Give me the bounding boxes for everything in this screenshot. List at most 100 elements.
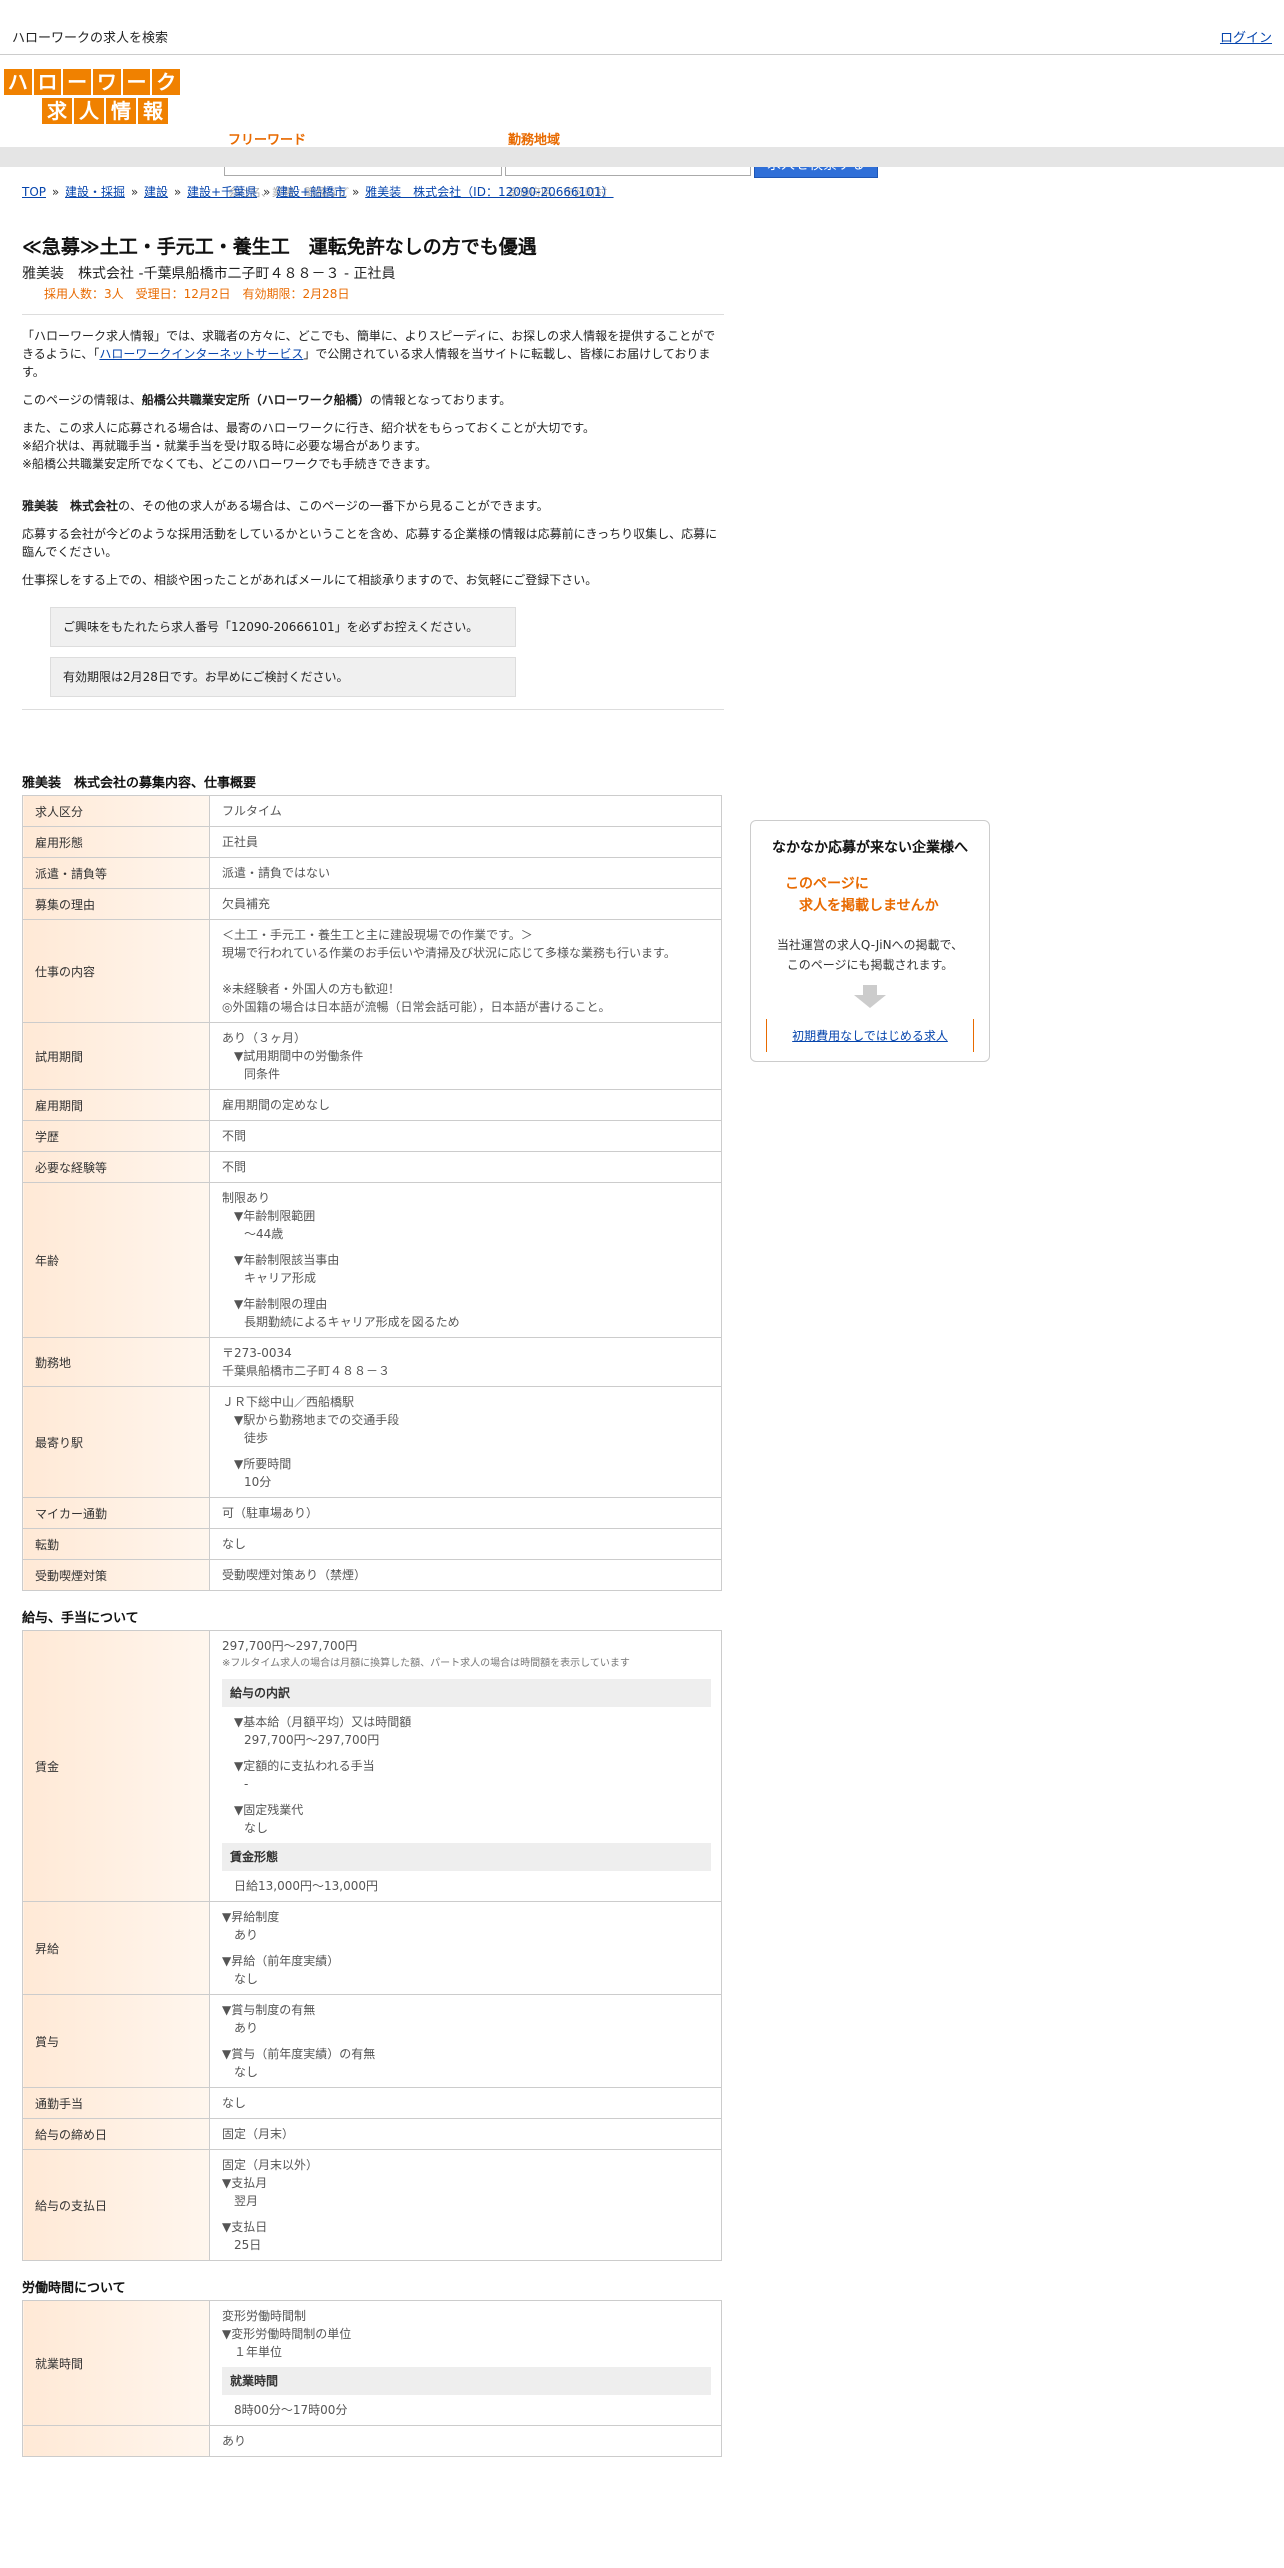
value-line: なし xyxy=(234,2065,259,2079)
logo-char: ク xyxy=(152,69,181,95)
value-line: ▼年齢制限該当事由 xyxy=(234,1253,340,1267)
value-line: 297,700円〜297,700円 xyxy=(244,1733,380,1747)
row-header: 受動喫煙対策 xyxy=(22,1559,210,1591)
value-line: 変形労働時間制 xyxy=(222,2309,307,2323)
row-header: 求人区分 xyxy=(22,795,210,827)
value-line: ▼昇給（前年度実績） xyxy=(222,1954,340,1968)
row-header: 雇用期間 xyxy=(22,1089,210,1121)
table-row: 試用期間 あり（３ヶ月） ▼試用期間中の労働条件 同条件 xyxy=(22,1022,722,1090)
row-value: 雇用期間の定めなし xyxy=(209,1089,722,1121)
breadcrumb: TOP » 建設・採掘 » 建設 » 建設+千葉県 » 建設+船橋市 » 雅美装… xyxy=(20,183,616,200)
section-title-hours: 労働時間について xyxy=(22,2281,126,2296)
hellowork-logo[interactable]: ハ ロ ー ワ ー ク 求 人 情 報 xyxy=(4,69,181,127)
value-line: ＪＲ下総中山／西船橋駅 xyxy=(222,1395,355,1409)
divider-bar xyxy=(0,147,1284,167)
header: ハ ロ ー ワ ー ク 求 人 情 報 フリーワード 会社名、業種、職種など 勤… xyxy=(0,55,1284,199)
row-header: マイカー通勤 xyxy=(22,1497,210,1529)
value-line: キャリア形成 xyxy=(244,1271,317,1285)
row-header: 雇用形態 xyxy=(22,826,210,858)
value-line: ▼定額的に支払われる手当 xyxy=(234,1759,375,1773)
table-row: 最寄り駅 ＪＲ下総中山／西船橋駅 ▼駅から勤務地までの交通手段 徒歩 ▼所要時間… xyxy=(22,1386,722,1498)
row-header xyxy=(22,2425,210,2457)
value-line: 制限あり xyxy=(222,1191,271,1205)
table-row: マイカー通勤 可（駐車場あり） xyxy=(22,1497,722,1529)
row-value: 派遣・請負ではない xyxy=(209,857,722,889)
table-row: 給与の締め日 固定（月末） xyxy=(22,2118,722,2150)
breadcrumb-top[interactable]: TOP xyxy=(22,185,46,199)
breadcrumb-sep: » xyxy=(51,185,60,199)
value-line: あり xyxy=(234,2021,259,2035)
value-line: 現場で行われている作業のお手伝いや清掃及び状況に応じて多様な業務も行います。 xyxy=(222,946,676,960)
intro-text: ※紹介状は、再就職手当・就業手当を受け取る時に必要な場合があります。 xyxy=(22,439,427,453)
job-title: ≪急募≫土工・手元工・養生工 運転免許なしの方でも優遇 xyxy=(22,236,537,258)
row-value: 受動喫煙対策あり（禁煙） xyxy=(209,1559,722,1591)
breadcrumb-company[interactable]: 雅美装 株式会社（ID：12090-20666101） xyxy=(365,185,613,199)
deadline-note: 有効期限は2月28日です。お早めにご検討ください。 xyxy=(50,657,516,697)
value-line: 同条件 xyxy=(244,1067,281,1081)
intro-text: また、この求人に応募される場合は、最寄のハローワークに行き、紹介状をもらっておく… xyxy=(22,421,596,435)
table-row: 募集の理由 欠員補充 xyxy=(22,888,722,920)
value-line: 297,700円〜297,700円 xyxy=(222,1639,358,1653)
table-row: 雇用形態 正社員 xyxy=(22,826,722,858)
advertise-link[interactable]: 初期費用なしではじめる求人 xyxy=(792,1029,948,1043)
table-row: 賞与 ▼賞与制度の有無 あり ▼賞与（前年度実績）の有無 なし xyxy=(22,1994,722,2088)
breadcrumb-industry[interactable]: 建設 xyxy=(144,185,168,199)
row-value: 不問 xyxy=(209,1151,722,1183)
login-link[interactable]: ログイン xyxy=(1220,27,1272,46)
row-header: 必要な経験等 xyxy=(22,1151,210,1183)
row-header: 学歴 xyxy=(22,1120,210,1152)
main-content: ≪急募≫土工・手元工・養生工 運転免許なしの方でも優遇 雅美装 株式会社 -千葉… xyxy=(22,232,724,2457)
hellowork-internet-link[interactable]: ハローワークインターネットサービス xyxy=(99,347,303,361)
row-header: 試用期間 xyxy=(22,1022,210,1090)
logo-char: ロ xyxy=(33,69,62,95)
table-row: 年齢 制限あり ▼年齢制限範囲 〜44歳 ▼年齢制限該当事由 キャリア形成 ▼年… xyxy=(22,1182,722,1338)
value-line: ▼年齢制限の理由 xyxy=(234,1297,328,1311)
value-line: あり（３ヶ月） xyxy=(222,1031,307,1045)
row-value: あり（３ヶ月） ▼試用期間中の労働条件 同条件 xyxy=(209,1022,722,1090)
row-value: ＪＲ下総中山／西船橋駅 ▼駅から勤務地までの交通手段 徒歩 ▼所要時間 10分 xyxy=(209,1386,722,1498)
divider xyxy=(22,709,724,710)
row-value: 変形労働時間制 ▼変形労働時間制の単位 １年単位 就業時間 8時00分〜17時0… xyxy=(209,2300,722,2426)
job-number-note: ご興味をもたれたら求人番号「12090-20666101」を必ずお控えください。 xyxy=(50,607,516,647)
logo-char: ー xyxy=(63,69,92,95)
value-line: 千葉県船橋市二子町４８８－３ xyxy=(222,1364,391,1378)
table-row: 勤務地 〒273-0034 千葉県船橋市二子町４８８－３ xyxy=(22,1337,722,1387)
office-name: 船橋公共職業安定所（ハローワーク船橋） xyxy=(141,393,370,407)
breadcrumb-prefecture[interactable]: 建設+千葉県 xyxy=(187,185,257,199)
value-line: ▼所要時間 xyxy=(234,1457,292,1471)
research-paragraph: 応募する会社が今どのような採用活動をしているかということを含め、応募する企業様の… xyxy=(22,527,718,559)
value-line: なし xyxy=(244,1821,269,1835)
value-line: ▼駅から勤務地までの交通手段 xyxy=(234,1413,400,1427)
breadcrumb-category[interactable]: 建設・採掘 xyxy=(65,185,125,199)
row-value: 固定（月末） xyxy=(209,2118,722,2150)
row-value: ▼賞与制度の有無 あり ▼賞与（前年度実績）の有無 なし xyxy=(209,1994,722,2088)
row-value: 正社員 xyxy=(209,826,722,858)
value-line: ◎外国籍の場合は日本語が流暢（日常会話可能），日本語が書けること。 xyxy=(222,1000,611,1014)
overview-table: 求人区分 フルタイム 雇用形態 正社員 派遣・請負等 派遣・請負ではない 募集の理由欠… xyxy=(22,795,722,1591)
logo-char: 人 xyxy=(74,98,104,124)
apply-paragraph: また、この求人に応募される場合は、最寄のハローワークに行き、紹介状をもらっておく… xyxy=(22,419,724,473)
value-line: ※未経験者・外国人の方も歓迎！ xyxy=(222,982,401,996)
row-value: なし xyxy=(209,2087,722,2119)
row-header: 給与の締め日 xyxy=(22,2118,210,2150)
breadcrumb-city[interactable]: 建設+船橋市 xyxy=(276,185,346,199)
subheading: 賃金形態 xyxy=(222,1843,711,1871)
job-meta: 採用人数：3人 受理日：12月2日 有効期限：2月28日 xyxy=(44,287,350,301)
hours-table: 就業時間 変形労働時間制 ▼変形労働時間制の単位 １年単位 就業時間 8時00分… xyxy=(22,2300,722,2457)
value-line: 25日 xyxy=(234,2238,262,2252)
row-value: あり xyxy=(209,2425,722,2457)
table-row: 受動喫煙対策 受動喫煙対策あり（禁煙） xyxy=(22,1559,722,1591)
value-line: ▼支払日 xyxy=(222,2220,268,2234)
breadcrumb-sep: » xyxy=(173,185,182,199)
table-row: あり xyxy=(22,2425,722,2457)
other-jobs-paragraph: 雅美装 株式会社の、その他の求人がある場合は、このページの一番下から見ることがで… xyxy=(22,497,724,515)
subheading: 就業時間 xyxy=(222,2367,711,2395)
row-value: 制限あり ▼年齢制限範囲 〜44歳 ▼年齢制限該当事由 キャリア形成 ▼年齢制限… xyxy=(209,1182,722,1338)
row-header: 給与の支払日 xyxy=(22,2149,210,2261)
row-value: ＜土工・手元工・養生工と主に建設現場での作業です。＞ 現場で行われている作業のお… xyxy=(209,919,722,1023)
logo-char: ワ xyxy=(93,69,121,95)
intro-text: ※船橋公共職業安定所でなくても、どこのハローワークでも手続きできます。 xyxy=(22,457,438,471)
advertise-catch-line: 求人を掲載しませんか xyxy=(799,898,939,914)
divider xyxy=(22,314,724,315)
advertise-text-line: 当社運営の求人Q-JiNへの掲載で、 xyxy=(776,938,964,952)
